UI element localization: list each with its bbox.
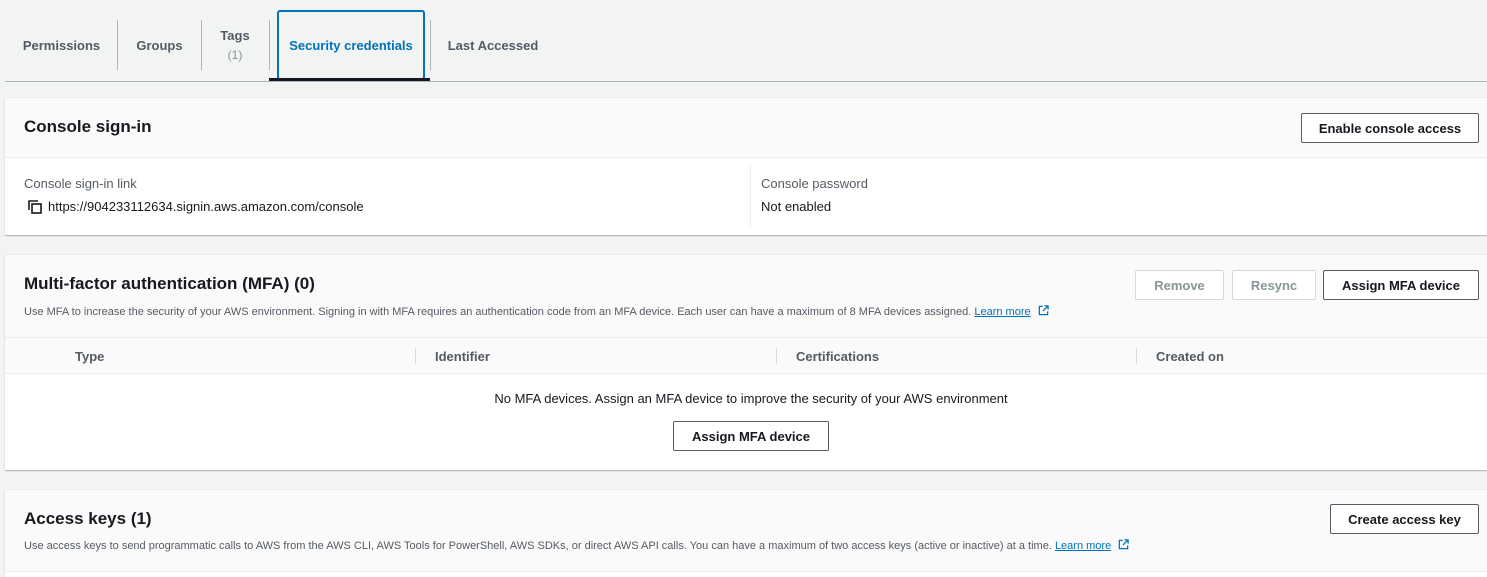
tab-divider xyxy=(269,20,270,70)
tab-label: Tags xyxy=(220,28,250,43)
tab-bar: Permissions Groups Tags (1) Security cre… xyxy=(5,0,1487,82)
access-keys-title: Access keys (1) xyxy=(24,509,152,528)
mfa-description-text: Use MFA to increase the security of your… xyxy=(24,306,972,318)
console-password-value: Not enabled xyxy=(761,199,832,214)
column-divider xyxy=(750,165,751,226)
mfa-title: Multi-factor authentication (MFA) (0) xyxy=(24,274,315,293)
column-divider xyxy=(776,348,777,364)
access-keys-description: Use access keys to send programmatic cal… xyxy=(24,539,1129,552)
empty-state-assign-mfa-button[interactable]: Assign MFA device xyxy=(673,421,829,451)
tab-tags[interactable]: Tags (1) xyxy=(202,10,268,80)
tab-permissions[interactable]: Permissions xyxy=(5,10,118,80)
copy-icon[interactable] xyxy=(27,199,43,215)
console-signin-title: Console sign-in xyxy=(24,117,152,136)
enable-console-access-button[interactable]: Enable console access xyxy=(1301,113,1479,143)
console-signin-link-value[interactable]: https://904233112634.signin.aws.amazon.c… xyxy=(48,199,364,214)
remove-mfa-button[interactable]: Remove xyxy=(1135,270,1224,300)
mfa-panel: Multi-factor authentication (MFA) (0) Us… xyxy=(5,254,1487,470)
access-keys-panel: Access keys (1) Use access keys to send … xyxy=(5,489,1487,577)
access-keys-header: Access keys (1) Use access keys to send … xyxy=(5,490,1487,572)
console-signin-panel: Console sign-in Enable console access Co… xyxy=(5,97,1487,235)
tab-security-credentials[interactable]: Security credentials xyxy=(277,10,425,80)
column-header-certifications[interactable]: Certifications xyxy=(796,338,879,374)
column-divider xyxy=(415,348,416,364)
console-signin-link-label: Console sign-in link xyxy=(24,176,137,191)
tab-last-accessed[interactable]: Last Accessed xyxy=(431,10,555,80)
external-link-icon[interactable] xyxy=(1118,539,1129,550)
column-divider xyxy=(1136,348,1137,364)
mfa-learn-more-link[interactable]: Learn more xyxy=(974,306,1030,318)
mfa-description: Use MFA to increase the security of your… xyxy=(24,305,1049,318)
tab-groups[interactable]: Groups xyxy=(118,10,201,80)
create-access-key-button[interactable]: Create access key xyxy=(1330,504,1479,534)
assign-mfa-device-button[interactable]: Assign MFA device xyxy=(1323,270,1479,300)
column-header-type[interactable]: Type xyxy=(75,338,104,374)
tab-label: Security credentials xyxy=(289,37,413,53)
active-tab-indicator xyxy=(269,78,430,81)
tab-count: (1) xyxy=(227,48,243,62)
resync-mfa-button[interactable]: Resync xyxy=(1232,270,1316,300)
column-header-created-on[interactable]: Created on xyxy=(1156,338,1224,374)
tab-label: Groups xyxy=(136,37,183,53)
column-header-identifier[interactable]: Identifier xyxy=(435,338,490,374)
console-password-label: Console password xyxy=(761,176,868,191)
mfa-empty-text: No MFA devices. Assign an MFA device to … xyxy=(494,391,1008,406)
mfa-table-header: Type Identifier Certifications Created o… xyxy=(5,337,1487,374)
iam-user-page: Permissions Groups Tags (1) Security cre… xyxy=(0,0,1487,577)
access-keys-learn-more-link[interactable]: Learn more xyxy=(1055,540,1111,552)
console-signin-header: Console sign-in Enable console access xyxy=(5,98,1487,158)
mfa-header: Multi-factor authentication (MFA) (0) Us… xyxy=(5,255,1487,338)
tab-label: Permissions xyxy=(22,37,101,53)
tab-label: Last Accessed xyxy=(447,37,539,53)
external-link-icon[interactable] xyxy=(1038,305,1049,316)
access-keys-description-text: Use access keys to send programmatic cal… xyxy=(24,540,1052,552)
